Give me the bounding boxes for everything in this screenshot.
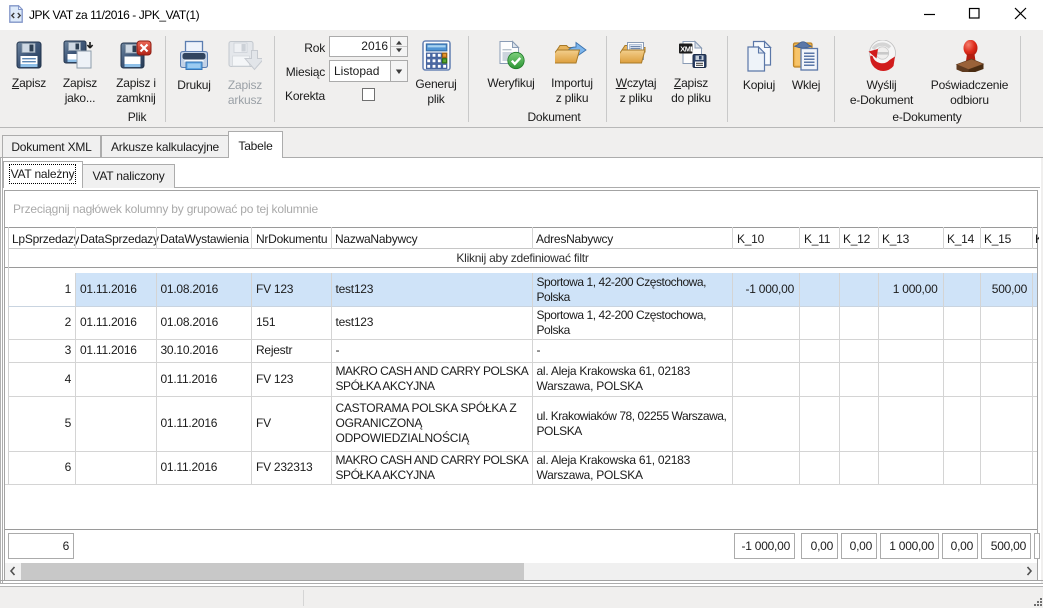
svg-text:XML: XML — [680, 44, 695, 53]
